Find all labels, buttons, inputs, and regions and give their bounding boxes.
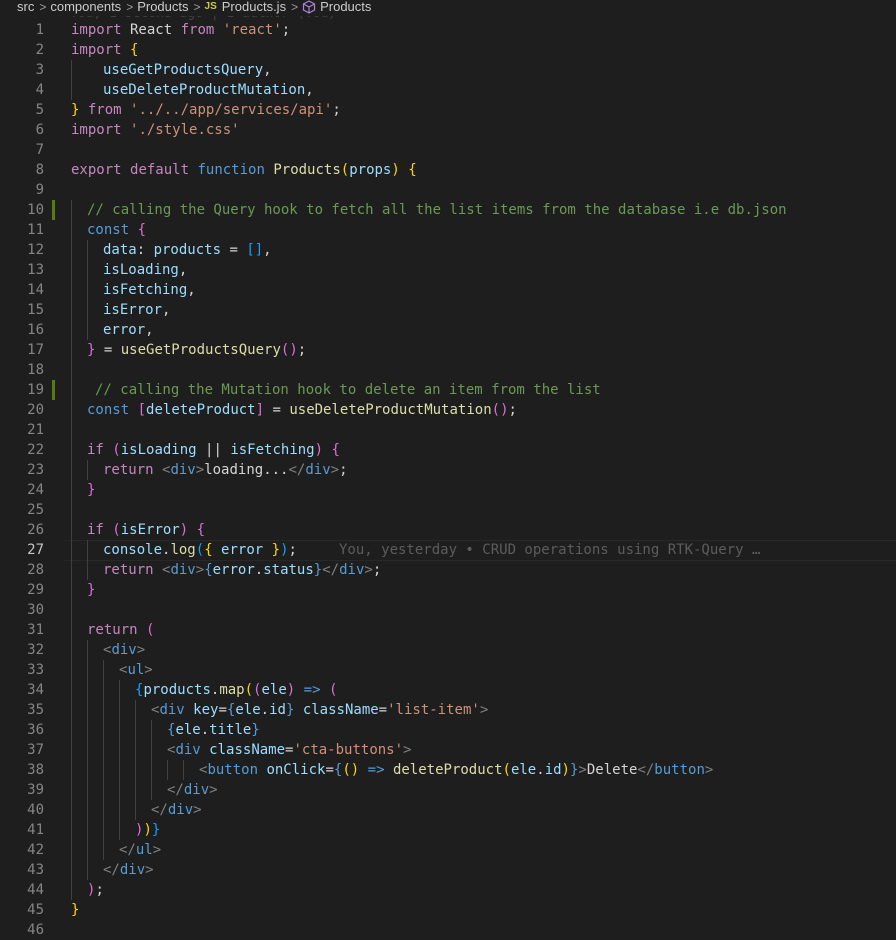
code-line: 24} — [27, 480, 96, 500]
code-line: 20 const [deleteProduct] = useDeleteProdu… — [27, 400, 517, 420]
chevron-right-icon: > — [193, 0, 201, 14]
breadcrumb-src[interactable]: src — [17, 0, 34, 14]
code-line: 32 <div> — [27, 640, 146, 660]
code-line: 7 — [35, 142, 44, 158]
code-line: 46 — [27, 922, 44, 938]
js-file-icon: JS — [204, 1, 217, 12]
code-line: 38 <button onClick={() => deleteProduct(e… — [27, 760, 714, 780]
code-line: 25 — [0, 500, 896, 520]
breadcrumb-file[interactable]: Products.js — [222, 0, 286, 14]
code-line: 13 isLoading, — [27, 260, 188, 280]
breadcrumb-products-folder[interactable]: Products — [137, 0, 188, 14]
symbol-cube-icon — [302, 0, 316, 14]
code-line: 28 return <div>{error.status}</div>; — [27, 560, 382, 580]
code-line: 15 isError, — [27, 300, 171, 320]
chevron-right-icon: > — [39, 0, 47, 14]
code-line: 39 </div> — [27, 780, 218, 800]
code-line: 14 isFetching, — [27, 280, 196, 300]
chevron-right-icon: > — [126, 0, 134, 14]
code-line: 33 <ul> — [27, 660, 153, 680]
code-line: 19// calling the Mutation hook to delete… — [27, 380, 601, 400]
code-line: 9 — [35, 182, 44, 198]
code-line: 12 data: products = [], — [27, 240, 272, 260]
code-line: 18 — [0, 360, 896, 380]
code-line: 45} — [27, 902, 80, 918]
breadcrumb-components[interactable]: components — [50, 0, 121, 14]
code-line: 36 {ele.title} — [27, 720, 260, 740]
code-line-current: 27 console.log({ error }); You, yesterday … — [0, 540, 896, 561]
code-line: 2 import { — [35, 42, 139, 58]
code-line: 23 return <div>loading...</div>; — [27, 460, 348, 480]
code-line: 43 </div> — [27, 860, 154, 880]
code-editor[interactable]: 1 import React from 'react'; 2 import { 3u… — [0, 20, 896, 938]
git-modified-marker[interactable] — [52, 200, 55, 220]
code-line: 8 export default function Products(props)… — [35, 162, 417, 178]
git-modified-marker[interactable] — [52, 380, 55, 400]
breadcrumb: src > components > Products > JS Products.js > Pr… — [0, 0, 896, 16]
code-line: 31 return ( — [27, 620, 155, 640]
git-blame-annotation[interactable]: You, yesterday • CRUD operations using R… — [339, 540, 760, 560]
code-line: 16 error, — [27, 320, 154, 340]
code-line: 37 <div className='cta-buttons'> — [27, 740, 412, 760]
code-line: 34 {products.map((ele) => ( — [27, 680, 338, 700]
code-line: 35 <div key={ele.id} className='list-item… — [27, 700, 489, 720]
code-line: 41))} — [27, 820, 161, 840]
breadcrumb-symbol[interactable]: Products — [320, 0, 371, 14]
code-line: 17} = useGetProductsQuery(); — [27, 340, 307, 360]
code-line: 4 useDeleteProductMutation, — [35, 80, 314, 100]
code-line: 40 </div> — [27, 800, 202, 820]
code-line: 30 — [0, 600, 896, 620]
code-line: 11 const { — [27, 220, 147, 240]
code-line: 26 if (isError) { — [27, 520, 206, 540]
code-line: 42 </ul> — [27, 840, 162, 860]
code-line: 44); — [27, 880, 104, 900]
code-line: 3 useGetProductsQuery, — [35, 60, 272, 80]
code-line: 1 import React from 'react'; — [35, 22, 291, 38]
code-line: 6 import './style.css' — [35, 122, 240, 138]
code-line: 29} — [27, 580, 96, 600]
code-line: 10// calling the Query hook to fetch all… — [27, 200, 787, 220]
code-line: 5} from '../../app/services/api'; — [35, 102, 341, 118]
code-line: 22 if (isLoading || isFetching) { — [27, 440, 340, 460]
code-line: 21 — [0, 420, 896, 440]
chevron-right-icon: > — [291, 0, 299, 14]
